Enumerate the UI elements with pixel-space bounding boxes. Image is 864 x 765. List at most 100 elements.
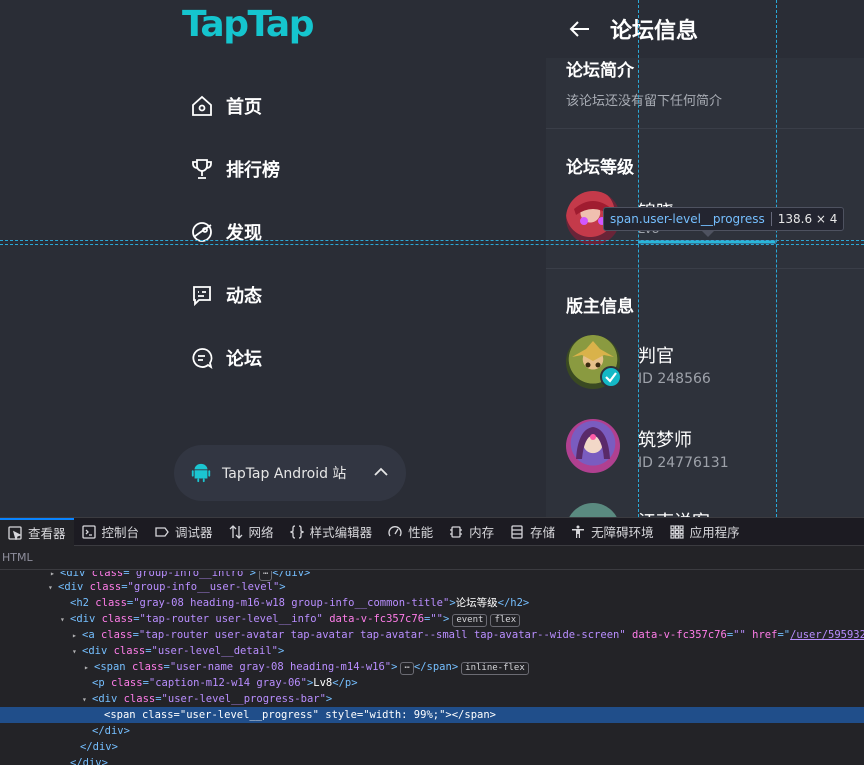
intro-title: 论坛简介 (566, 61, 634, 81)
nav-label: 排行榜 (226, 160, 280, 181)
panel-header: 论坛信息 (546, 0, 864, 58)
tab-storage[interactable]: 存储 (502, 518, 563, 546)
intro-text: 该论坛还没有留下任何简介 (566, 94, 723, 109)
android-icon (191, 463, 211, 483)
chat-icon (193, 286, 211, 307)
tab-label: 控制台 (101, 525, 140, 540)
inspector-highlight (638, 240, 776, 244)
dom-text-heading: 论坛等级 (455, 597, 498, 609)
event-pill[interactable]: event (452, 614, 488, 627)
divider (546, 268, 864, 269)
braces-icon (289, 524, 304, 539)
dom-node[interactable]: <h2 class="gray-08 heading-m16-w18 group… (0, 595, 864, 611)
chevron-up-icon[interactable] (372, 463, 390, 481)
moderator-name[interactable]: 判官 (638, 342, 674, 368)
avatar-art-icon (576, 427, 610, 459)
nav-item-ranking[interactable]: 排行榜 (190, 153, 280, 185)
flex-pill[interactable]: flex (490, 614, 521, 627)
dom-node[interactable]: </div> (0, 739, 864, 755)
inspector-guide-horizontal (0, 244, 864, 245)
taptap-app: TapTap 首页 排行榜 发现 动态 论坛 TapTap Android 站 (0, 0, 864, 517)
tooltip-size: 138.6 × 4 (777, 212, 838, 226)
dom-node[interactable]: </div> (0, 723, 864, 739)
dom-tree: ▸ <div class="group-info__intro"> ⋯ </div> … (0, 571, 864, 765)
inspector-guide-vertical (638, 0, 639, 517)
inspector-guide-vertical (776, 0, 777, 517)
dom-node[interactable]: ▸ <a class="tap-router user-avatar tap-av… (0, 627, 864, 643)
gauge-icon (388, 525, 402, 536)
network-icon (229, 524, 243, 539)
console-icon (81, 524, 96, 539)
moderator-id: ID 248566 (638, 371, 711, 387)
href-link[interactable]: /user/59593233 (790, 629, 864, 641)
tab-performance[interactable]: 性能 (380, 518, 441, 546)
android-site-bar[interactable]: TapTap Android 站 (174, 445, 406, 501)
nav-label: 发现 (226, 223, 262, 244)
back-arrow-icon[interactable] (568, 17, 592, 41)
storage-icon (511, 524, 523, 539)
memory-icon (450, 525, 463, 538)
moderators-title: 版主信息 (566, 297, 634, 317)
tab-inspector[interactable]: 查看器 (0, 517, 74, 546)
moderator-name[interactable]: 江南说客 (638, 508, 710, 517)
tab-debugger[interactable]: 调试器 (147, 518, 221, 546)
nav-label: 首页 (226, 97, 262, 118)
application-icon (670, 524, 684, 539)
tab-label: 内存 (469, 525, 495, 540)
tab-accessibility[interactable]: 无障碍环境 (563, 518, 662, 546)
tab-application[interactable]: 应用程序 (662, 518, 748, 546)
tooltip-arrow (702, 231, 714, 237)
moderator-id: ID 24776131 (638, 455, 729, 471)
dom-node[interactable]: ▾ <div class="user-level__progress-bar"> (0, 691, 864, 707)
dom-node-selected[interactable]: <span class="user-level__progress" style… (0, 707, 864, 723)
android-site-label: TapTap Android 站 (222, 466, 347, 482)
home-icon (192, 95, 212, 116)
level-title: 论坛等级 (566, 158, 634, 178)
dom-node[interactable]: ▾ <div class="group-info__user-level"> (0, 579, 864, 595)
nav-item-forum[interactable]: 论坛 (190, 342, 262, 374)
dom-node[interactable]: </div> (0, 755, 864, 765)
devtools-panel: 查看器 控制台 调试器 网络 样式编辑器 性能 内存 存储 无障碍环境 应用程序… (0, 517, 864, 765)
tab-label: 调试器 (175, 525, 213, 540)
tab-network[interactable]: 网络 (221, 518, 282, 546)
tooltip-separator (770, 212, 772, 226)
dom-node[interactable]: ▸ <span class="user-name gray-08 heading-… (0, 659, 864, 675)
tab-memory[interactable]: 内存 (441, 518, 502, 546)
nav-label: 动态 (226, 286, 262, 307)
nav-item-feed[interactable]: 动态 (190, 279, 262, 311)
dom-text-caption: Lv8 (313, 677, 333, 689)
dom-node[interactable]: <p class="caption-m12-w14 gray-06">Lv8</… (0, 675, 864, 691)
tab-label: 样式编辑器 (309, 525, 373, 540)
moderator-name[interactable]: 筑梦师 (638, 426, 692, 452)
tooltip-selector: span.user-level__progress (610, 212, 765, 226)
debugger-icon (155, 526, 169, 537)
breadcrumb-item[interactable]: HTML (2, 551, 33, 564)
devtools-breadcrumb[interactable]: HTML (0, 546, 864, 570)
nav-label: 论坛 (226, 349, 262, 370)
tab-style-editor[interactable]: 样式编辑器 (282, 518, 381, 546)
accessibility-icon (572, 525, 585, 538)
progress-width-value: 99% (413, 709, 433, 721)
tab-label: 网络 (248, 525, 274, 540)
tab-label: 存储 (530, 525, 556, 540)
forum-icon (192, 348, 213, 370)
devtools-tabbar: 查看器 控制台 调试器 网络 样式编辑器 性能 内存 存储 无障碍环境 应用程序 (0, 517, 864, 546)
panel-title: 论坛信息 (610, 19, 699, 44)
tab-label: 应用程序 (689, 525, 740, 540)
verified-badge-icon (600, 366, 622, 388)
dom-node[interactable]: ▾ <div class="user-level__detail"> (0, 643, 864, 659)
tab-label: 查看器 (28, 526, 66, 541)
taptap-logo[interactable]: TapTap (182, 4, 314, 45)
tab-console[interactable]: 控制台 (74, 518, 148, 546)
tab-label: 性能 (408, 525, 434, 540)
inline-flex-pill[interactable]: inline-flex (461, 662, 529, 675)
dom-node[interactable]: ▾ <div class="tap-router user-level__info… (0, 611, 864, 627)
moderator-avatar[interactable] (566, 419, 620, 473)
inspector-tooltip: span.user-level__progress 138.6 × 4 (603, 207, 845, 231)
divider (546, 128, 864, 129)
screen: TapTap 首页 排行榜 发现 动态 论坛 TapTap Android 站 (0, 0, 864, 765)
inspector-icon (8, 525, 22, 540)
trophy-icon (192, 159, 212, 179)
tab-label: 无障碍环境 (591, 525, 654, 540)
nav-item-home[interactable]: 首页 (190, 90, 262, 122)
